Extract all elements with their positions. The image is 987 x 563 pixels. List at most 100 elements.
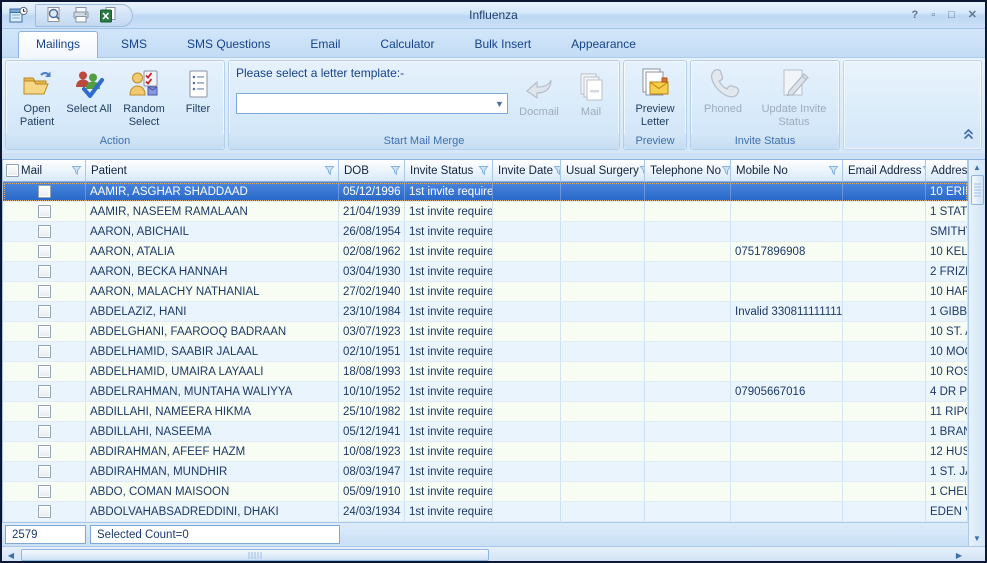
tab-email[interactable]: Email xyxy=(293,32,357,57)
scroll-left-icon[interactable]: ◀ xyxy=(3,549,19,562)
table-row[interactable]: ABDO, COMAN MAISOON05/09/19101st invite … xyxy=(3,482,968,502)
column-header-email[interactable]: Email Address xyxy=(843,160,926,181)
table-row[interactable]: AARON, ATALIA02/08/19621st invite requir… xyxy=(3,242,968,262)
column-header-usual_surgery[interactable]: Usual Surgery xyxy=(561,160,645,181)
grid-body[interactable]: AAMIR, ASGHAR SHADDAAD05/12/19961st invi… xyxy=(3,182,968,522)
filter-funnel-icon[interactable] xyxy=(828,165,839,176)
table-row[interactable]: ABDIRAHMAN, AFEEF HAZM10/08/19231st invi… xyxy=(3,442,968,462)
maximize-button[interactable]: □ xyxy=(948,8,955,22)
tab-sms[interactable]: SMS xyxy=(104,32,164,57)
row-checkbox[interactable] xyxy=(38,405,51,418)
scroll-down-icon[interactable]: ▼ xyxy=(969,532,985,545)
row-checkbox[interactable] xyxy=(38,205,51,218)
cell-email xyxy=(843,482,926,501)
filter-funnel-icon[interactable] xyxy=(553,165,561,176)
table-row[interactable]: ABDILLAHI, NAMEERA HIKMA25/10/19821st in… xyxy=(3,402,968,422)
cell-invite_status: 1st invite required xyxy=(405,202,493,221)
combo-dropdown-icon[interactable]: ▼ xyxy=(492,99,507,109)
tab-appearance[interactable]: Appearance xyxy=(554,32,653,57)
filter-funnel-icon[interactable] xyxy=(721,165,731,176)
preview-letter-icon xyxy=(638,65,672,103)
ribbon-group-preview: Preview Letter Preview xyxy=(623,60,687,150)
table-row[interactable]: ABDELRAHMAN, MUNTAHA WALIYYA10/10/19521s… xyxy=(3,382,968,402)
tab-sms-questions[interactable]: SMS Questions xyxy=(170,32,287,57)
row-checkbox[interactable] xyxy=(38,425,51,438)
table-row[interactable]: AARON, BECKA HANNAH03/04/19301st invite … xyxy=(3,262,968,282)
row-checkbox[interactable] xyxy=(38,485,51,498)
horizontal-scroll-thumb[interactable] xyxy=(21,549,489,561)
row-checkbox[interactable] xyxy=(38,285,51,298)
column-header-mail[interactable]: Mail xyxy=(3,160,86,181)
collapse-ribbon-icon[interactable] xyxy=(962,127,975,145)
letter-template-input[interactable] xyxy=(237,95,492,112)
row-checkbox[interactable] xyxy=(38,225,51,238)
table-row[interactable]: AAMIR, NASEEM RAMALAAN21/04/19391st invi… xyxy=(3,202,968,222)
column-header-invite_date[interactable]: Invite Date xyxy=(493,160,561,181)
table-row[interactable]: ABDILLAHI, NASEEMA05/12/19411st invite r… xyxy=(3,422,968,442)
table-row[interactable]: ABDELHAMID, SAABIR JALAAL02/10/19511st i… xyxy=(3,342,968,362)
row-checkbox[interactable] xyxy=(38,245,51,258)
select-all-checkbox[interactable] xyxy=(6,164,19,177)
tab-calculator[interactable]: Calculator xyxy=(363,32,451,57)
table-row[interactable]: ABDELHAMID, UMAIRA LAYAALI18/08/19931st … xyxy=(3,362,968,382)
filter-funnel-icon[interactable] xyxy=(478,165,489,176)
filter-funnel-icon[interactable] xyxy=(71,165,82,176)
letter-template-combo[interactable]: ▼ xyxy=(236,93,508,114)
column-header-telephone[interactable]: Telephone No xyxy=(645,160,731,181)
cell-mail xyxy=(3,242,86,261)
filter-funnel-icon[interactable] xyxy=(390,165,401,176)
table-row[interactable]: ABDELAZIZ, HANI23/10/19841st invite requ… xyxy=(3,302,968,322)
scroll-up-icon[interactable]: ▲ xyxy=(969,161,985,174)
row-checkbox[interactable] xyxy=(38,445,51,458)
phoned-button[interactable]: Phoned xyxy=(694,62,752,133)
row-checkbox[interactable] xyxy=(38,305,51,318)
row-checkbox[interactable] xyxy=(38,465,51,478)
open-patient-button[interactable]: Open Patient xyxy=(9,62,65,133)
vertical-scroll-thumb[interactable] xyxy=(971,175,984,205)
column-header-patient[interactable]: Patient xyxy=(86,160,339,181)
table-row[interactable]: AAMIR, ASGHAR SHADDAAD05/12/19961st invi… xyxy=(3,182,968,202)
cell-invite_status: 1st invite required xyxy=(405,182,493,201)
filter-button[interactable]: Filter xyxy=(175,62,221,133)
filter-icon xyxy=(182,65,214,103)
cell-invite_status: 1st invite required xyxy=(405,342,493,361)
table-row[interactable]: ABDELGHANI, FAAROOQ BADRAAN03/07/19231st… xyxy=(3,322,968,342)
column-header-dob[interactable]: DOB xyxy=(339,160,405,181)
cell-usual_surgery xyxy=(561,302,645,321)
table-row[interactable]: ABDOLVAHABSADREDDINI, DHAKI24/03/19341st… xyxy=(3,502,968,522)
row-checkbox[interactable] xyxy=(38,265,51,278)
column-header-mobile[interactable]: Mobile No xyxy=(731,160,843,181)
select-all-button[interactable]: Select All xyxy=(65,62,113,133)
random-select-button[interactable]: Random Select xyxy=(113,62,175,133)
filter-funnel-icon[interactable] xyxy=(324,165,335,176)
scroll-right-icon[interactable]: ▶ xyxy=(951,549,967,562)
help-button[interactable]: ? xyxy=(911,8,918,22)
docmail-button[interactable]: Docmail xyxy=(512,65,566,130)
column-header-address[interactable]: Address xyxy=(926,160,968,181)
table-row[interactable]: AARON, MALACHY NATHANIAL27/02/19401st in… xyxy=(3,282,968,302)
row-checkbox[interactable] xyxy=(38,325,51,338)
row-checkbox[interactable] xyxy=(38,345,51,358)
column-label: Usual Surgery xyxy=(566,165,639,177)
cell-mobile xyxy=(731,442,843,461)
table-row[interactable]: ABDIRAHMAN, MUNDHIR08/03/19471st invite … xyxy=(3,462,968,482)
row-checkbox[interactable] xyxy=(38,365,51,378)
letter-template-label: Please select a letter template:- xyxy=(236,66,508,80)
update-invite-status-button[interactable]: Update Invite Status xyxy=(752,62,836,133)
preview-letter-button[interactable]: Preview Letter xyxy=(627,62,683,133)
column-header-invite_status[interactable]: Invite Status xyxy=(405,160,493,181)
close-button[interactable]: ✕ xyxy=(968,8,977,22)
mail-button[interactable]: Mail xyxy=(570,65,612,130)
cell-address: 11 RIPO xyxy=(926,402,968,421)
horizontal-scrollbar[interactable]: ◀ ▶ xyxy=(2,546,985,563)
minimize-button[interactable]: ▫ xyxy=(931,8,935,22)
cell-mail xyxy=(3,442,86,461)
tab-mailings[interactable]: Mailings xyxy=(18,31,98,58)
cell-email xyxy=(843,462,926,481)
row-checkbox[interactable] xyxy=(38,505,51,518)
vertical-scrollbar[interactable]: ▲ ▼ xyxy=(968,160,985,546)
tab-bulk-insert[interactable]: Bulk Insert xyxy=(457,32,548,57)
row-checkbox[interactable] xyxy=(38,385,51,398)
table-row[interactable]: AARON, ABICHAIL26/08/19541st invite requ… xyxy=(3,222,968,242)
row-checkbox[interactable] xyxy=(38,185,51,198)
